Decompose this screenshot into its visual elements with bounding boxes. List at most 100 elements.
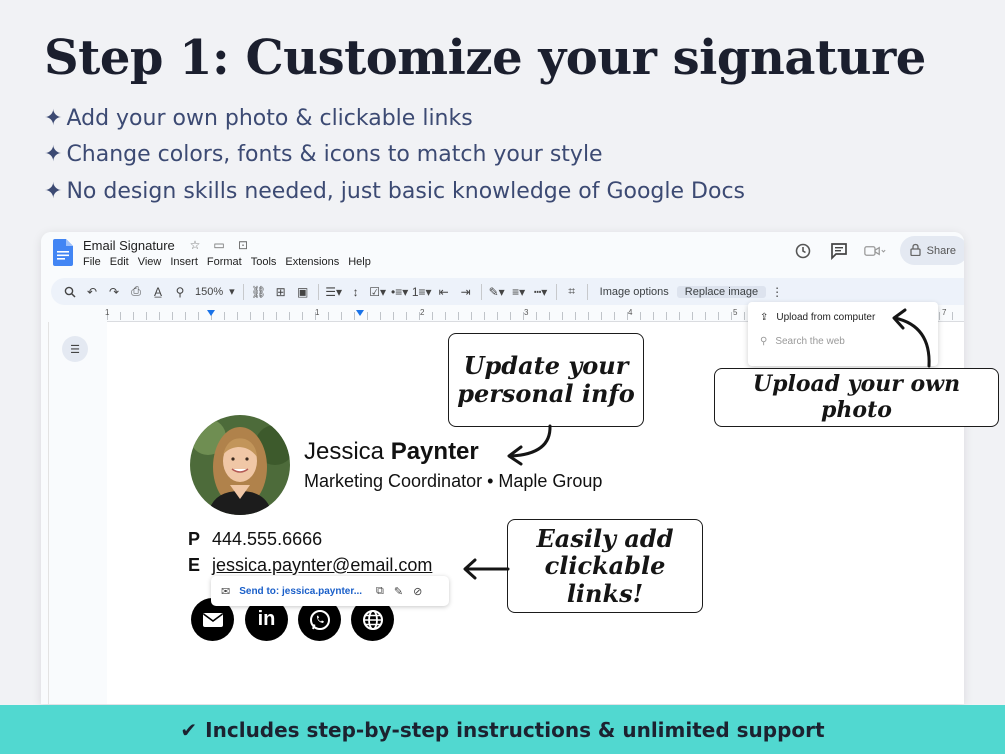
document-title[interactable]: Email Signature xyxy=(83,238,175,253)
left-indent-marker[interactable] xyxy=(207,310,215,316)
phone-row: P 444.555.6666 xyxy=(188,529,322,550)
menu-insert[interactable]: Insert xyxy=(170,256,198,268)
menu-tools[interactable]: Tools xyxy=(251,256,277,268)
title-icons: ☆ ▭ ⊡ xyxy=(186,238,252,252)
share-label: Share xyxy=(926,244,956,257)
share-button[interactable]: Share xyxy=(899,236,964,265)
phone-label: P xyxy=(188,529,201,549)
insert-image-icon[interactable]: ▣ xyxy=(292,281,314,303)
border-color-icon[interactable]: ✎▾ xyxy=(486,281,508,303)
upload-from-computer-item[interactable]: ⇪ Upload from computer xyxy=(760,312,875,323)
callout-line: Easily add xyxy=(536,523,674,553)
checklist-icon[interactable]: ☑▾ xyxy=(367,281,389,303)
send-to-link[interactable]: Send to: jessica.paynter... xyxy=(239,586,362,597)
ruler-number: 4 xyxy=(628,308,633,317)
decrease-indent-icon[interactable]: ⇤ xyxy=(433,281,455,303)
signature-name[interactable]: Jessica Paynter xyxy=(304,438,479,466)
move-folder-icon[interactable]: ▭ xyxy=(210,238,228,252)
upload-label: Upload from computer xyxy=(776,312,876,323)
toolbar-divider xyxy=(242,283,244,300)
link-preview-chip: ✉ Send to: jessica.paynter... ⧉ ✎ ⊘ xyxy=(211,576,449,606)
job-title[interactable]: Marketing Coordinator • Maple Group xyxy=(304,471,602,492)
ruler-number: 3 xyxy=(524,308,529,317)
redo-icon[interactable]: ↷ xyxy=(103,281,125,303)
toolbar-divider xyxy=(480,283,482,300)
zoom-value: 150% xyxy=(195,285,224,298)
search-web-item[interactable]: ⚲ Search the web xyxy=(760,336,845,347)
profile-photo[interactable] xyxy=(190,415,290,515)
email-label: E xyxy=(188,555,201,575)
update-info-callout: Update your personal info xyxy=(448,333,644,427)
line-spacing-icon[interactable]: ↕ xyxy=(345,281,367,303)
border-weight-icon[interactable]: ≡▾ xyxy=(508,281,530,303)
ruler-number: 2 xyxy=(420,308,425,317)
version-history-icon[interactable] xyxy=(792,240,814,262)
menu-extensions[interactable]: Extensions xyxy=(285,256,339,268)
document-outline-icon[interactable]: ☰ xyxy=(62,336,88,362)
menu-help[interactable]: Help xyxy=(348,256,371,268)
toolbar-divider xyxy=(317,283,319,300)
feature-list: ✦ Add your own photo & clickable links ✦ C… xyxy=(44,100,745,210)
support-banner: ✔ Includes step-by-step instructions & u… xyxy=(0,705,1005,754)
copy-icon[interactable]: ⧉ xyxy=(376,585,384,598)
image-options-button[interactable]: Image options xyxy=(592,286,677,298)
spellcheck-icon[interactable]: A̲ xyxy=(147,281,169,303)
feature-item: ✦ No design skills needed, just basic kno… xyxy=(44,173,745,210)
sparkle-icon: ✦ xyxy=(44,142,63,168)
menu-file[interactable]: File xyxy=(83,256,101,268)
border-dash-icon[interactable]: ┅▾ xyxy=(530,281,552,303)
sparkle-icon: ✦ xyxy=(44,178,63,204)
unlink-icon[interactable]: ⊘ xyxy=(413,585,422,598)
right-indent-marker[interactable] xyxy=(356,310,364,316)
docs-logo-icon[interactable] xyxy=(53,239,73,266)
replace-image-menu: ⇪ Upload from computer ⚲ Search the web xyxy=(748,302,938,366)
star-icon[interactable]: ☆ xyxy=(186,238,204,252)
menu-view[interactable]: View xyxy=(138,256,162,268)
ruler-number: 1 xyxy=(105,308,110,317)
vertical-ruler[interactable] xyxy=(41,322,49,704)
search-label: Search the web xyxy=(775,336,845,347)
last-name: Paynter xyxy=(390,438,479,465)
feature-item: ✦ Add your own photo & clickable links xyxy=(44,100,745,137)
menu-edit[interactable]: Edit xyxy=(110,256,129,268)
search-icon[interactable] xyxy=(59,281,81,303)
comments-icon[interactable] xyxy=(828,240,850,262)
support-text: Includes step-by-step instructions & unl… xyxy=(205,717,825,742)
lock-icon xyxy=(909,243,921,259)
ruler-number: 7 xyxy=(942,308,947,317)
email-link[interactable]: jessica.paynter@email.com xyxy=(212,555,432,575)
check-icon: ✔ xyxy=(180,717,198,742)
page-heading: Step 1: Customize your signature xyxy=(44,30,926,86)
add-comment-icon[interactable]: ⊞ xyxy=(270,281,292,303)
more-options-icon[interactable]: ⋮ xyxy=(766,281,788,303)
undo-icon[interactable]: ↶ xyxy=(81,281,103,303)
header-actions: Share xyxy=(792,236,964,265)
feature-item: ✦ Change colors, fonts & icons to match y… xyxy=(44,137,745,174)
email-row: Ejessica.paynter@email.com xyxy=(188,555,432,576)
edit-icon[interactable]: ✎ xyxy=(394,585,403,598)
menu-format[interactable]: Format xyxy=(207,256,242,268)
toolbar-divider xyxy=(555,283,557,300)
callout-line: personal info xyxy=(457,379,635,408)
feature-text: No design skills needed, just basic know… xyxy=(66,178,745,204)
phone-number[interactable]: 444.555.6666 xyxy=(212,529,322,549)
bullet-list-icon[interactable]: •≡▾ xyxy=(389,281,411,303)
meet-icon[interactable] xyxy=(863,240,886,262)
crop-icon[interactable]: ⌗ xyxy=(561,281,583,303)
increase-indent-icon[interactable]: ⇥ xyxy=(455,281,477,303)
zoom-select[interactable]: 150% ▾ xyxy=(191,281,239,303)
ruler-number: 5 xyxy=(733,308,738,317)
cloud-status-icon[interactable]: ⊡ xyxy=(234,238,252,252)
upload-icon: ⇪ xyxy=(760,312,769,323)
replace-image-button[interactable]: Replace image xyxy=(676,285,767,298)
feature-text: Change colors, fonts & icons to match yo… xyxy=(66,142,603,168)
print-icon[interactable]: ⎙ xyxy=(125,281,147,303)
paint-format-icon[interactable]: ⚲ xyxy=(169,281,191,303)
mail-icon: ✉ xyxy=(221,585,231,598)
align-left-icon[interactable]: ☰▾ xyxy=(323,281,345,303)
upload-photo-callout: Upload your own photo xyxy=(714,368,999,427)
numbered-list-icon[interactable]: 1≡▾ xyxy=(411,281,433,303)
chevron-down-icon: ▾ xyxy=(229,286,235,298)
insert-link-icon[interactable]: ⛓ xyxy=(248,281,270,303)
toolbar-divider xyxy=(586,283,588,300)
